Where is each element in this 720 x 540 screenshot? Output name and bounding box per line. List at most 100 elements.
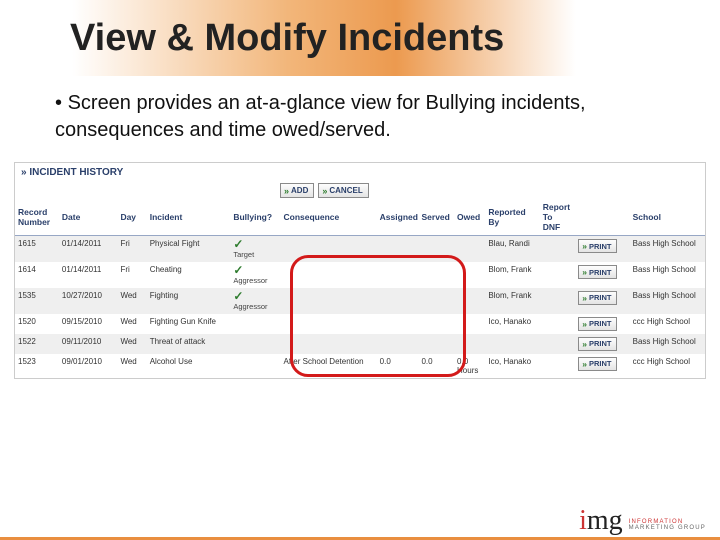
col-record-number[interactable]: Record Number (15, 200, 59, 236)
chevron-right-icon: » (284, 186, 289, 196)
print-button[interactable]: »PRINT (578, 265, 616, 279)
cell-day: Wed (117, 334, 146, 354)
col-incident[interactable]: Incident (147, 200, 231, 236)
chevron-right-icon: » (582, 241, 587, 251)
subtitle-content: Screen provides an at-a-glance view for … (55, 92, 586, 141)
col-date[interactable]: Date (59, 200, 118, 236)
cell-date: 10/27/2010 (59, 288, 118, 314)
col-report-to-dnf[interactable]: Report To DNF (540, 200, 576, 236)
print-button[interactable]: »PRINT (578, 357, 616, 371)
cell-day: Fri (117, 236, 146, 262)
cell-served (418, 288, 454, 314)
chevron-right-icon: » (582, 359, 587, 369)
logo-wordmark: INFORMATION MARKETING GROUP (629, 519, 706, 532)
cell-date: 09/15/2010 (59, 314, 118, 334)
cell-day: Wed (117, 354, 146, 378)
table-row[interactable]: 152009/15/2010WedFighting Gun KnifeIco, … (15, 314, 705, 334)
col-served[interactable]: Served (418, 200, 454, 236)
print-button[interactable]: »PRINT (578, 337, 616, 351)
cell-school: Bass High School (630, 334, 705, 354)
table-row[interactable]: 152209/11/2010WedThreat of attack»PRINTB… (15, 334, 705, 354)
print-button[interactable]: »PRINT (578, 317, 616, 331)
print-label: PRINT (589, 242, 612, 251)
cell-bullying (230, 334, 280, 354)
cell-bullying: ✓Aggressor (230, 262, 280, 288)
cell-print: »PRINT (575, 288, 629, 314)
cell-assigned: 0.0 (377, 354, 419, 378)
cell-assigned (377, 334, 419, 354)
checkmark-icon: ✓ (233, 239, 277, 250)
col-bullying[interactable]: Bullying? (230, 200, 280, 236)
cell-print: »PRINT (575, 262, 629, 288)
cell-served (418, 334, 454, 354)
cell-report-to-dnf (540, 314, 576, 334)
checkmark-icon: ✓ (233, 291, 277, 302)
cell-consequence (281, 314, 377, 334)
cell-school: Bass High School (630, 236, 705, 262)
cell-reported-by: Ico, Hanako (485, 354, 539, 378)
cell-served (418, 236, 454, 262)
cell-print: »PRINT (575, 354, 629, 378)
cell-print: »PRINT (575, 236, 629, 262)
cell-reported-by: Ico, Hanako (485, 314, 539, 334)
col-day[interactable]: Day (117, 200, 146, 236)
table-row[interactable]: 153510/27/2010WedFighting✓AggressorBlom,… (15, 288, 705, 314)
table-row[interactable]: 161501/14/2011FriPhysical Fight✓TargetBl… (15, 236, 705, 262)
print-label: PRINT (589, 268, 612, 277)
col-school[interactable]: School (630, 200, 705, 236)
header-band: View & Modify Incidents (0, 0, 720, 76)
cell-report-to-dnf (540, 262, 576, 288)
subtitle-container: • Screen provides an at-a-glance view fo… (0, 76, 720, 162)
cell-incident: Fighting Gun Knife (147, 314, 231, 334)
col-owed[interactable]: Owed (454, 200, 485, 236)
cancel-button[interactable]: » CANCEL (318, 183, 368, 198)
cell-incident: Alcohol Use (147, 354, 231, 378)
cell-incident: Cheating (147, 262, 231, 288)
cell-record-number: 1615 (15, 236, 59, 262)
cell-consequence (281, 288, 377, 314)
cell-reported-by: Blom, Frank (485, 288, 539, 314)
cell-record-number: 1520 (15, 314, 59, 334)
cell-date: 09/01/2010 (59, 354, 118, 378)
print-label: PRINT (589, 319, 612, 328)
add-label: ADD (291, 186, 308, 195)
col-reported-by[interactable]: Reported By (485, 200, 539, 236)
cell-date: 01/14/2011 (59, 262, 118, 288)
add-button[interactable]: » ADD (280, 183, 314, 198)
subtitle-text: • Screen provides an at-a-glance view fo… (55, 90, 670, 144)
cell-served: 0.0 (418, 354, 454, 378)
col-consequence[interactable]: Consequence (281, 200, 377, 236)
print-button[interactable]: »PRINT (578, 291, 616, 305)
cancel-label: CANCEL (329, 186, 362, 195)
checkmark-icon: ✓ (233, 265, 277, 276)
cell-bullying (230, 354, 280, 378)
cell-school: Bass High School (630, 288, 705, 314)
bullying-role: Target (233, 250, 277, 259)
cell-owed (454, 236, 485, 262)
cell-day: Fri (117, 262, 146, 288)
bullet-icon: • (55, 92, 68, 114)
table-row[interactable]: 161401/14/2011FriCheating✓AggressorBlom,… (15, 262, 705, 288)
cell-reported-by (485, 334, 539, 354)
col-assigned[interactable]: Assigned (377, 200, 419, 236)
bullying-role: Aggressor (233, 302, 277, 311)
cell-assigned (377, 236, 419, 262)
cell-day: Wed (117, 288, 146, 314)
cell-report-to-dnf (540, 236, 576, 262)
print-button[interactable]: »PRINT (578, 239, 616, 253)
cell-record-number: 1522 (15, 334, 59, 354)
cell-owed: 0.0 Hours (454, 354, 485, 378)
incident-table: Record Number Date Day Incident Bullying… (15, 200, 705, 378)
cell-consequence (281, 262, 377, 288)
cell-date: 01/14/2011 (59, 236, 118, 262)
cell-incident: Physical Fight (147, 236, 231, 262)
cell-assigned (377, 288, 419, 314)
cell-incident: Threat of attack (147, 334, 231, 354)
cell-owed (454, 334, 485, 354)
table-row[interactable]: 152309/01/2010WedAlcohol UseAfter School… (15, 354, 705, 378)
print-label: PRINT (589, 339, 612, 348)
chevron-right-icon: » (322, 186, 327, 196)
cell-bullying: ✓Target (230, 236, 280, 262)
chevron-right-icon: » (582, 293, 587, 303)
cell-assigned (377, 314, 419, 334)
